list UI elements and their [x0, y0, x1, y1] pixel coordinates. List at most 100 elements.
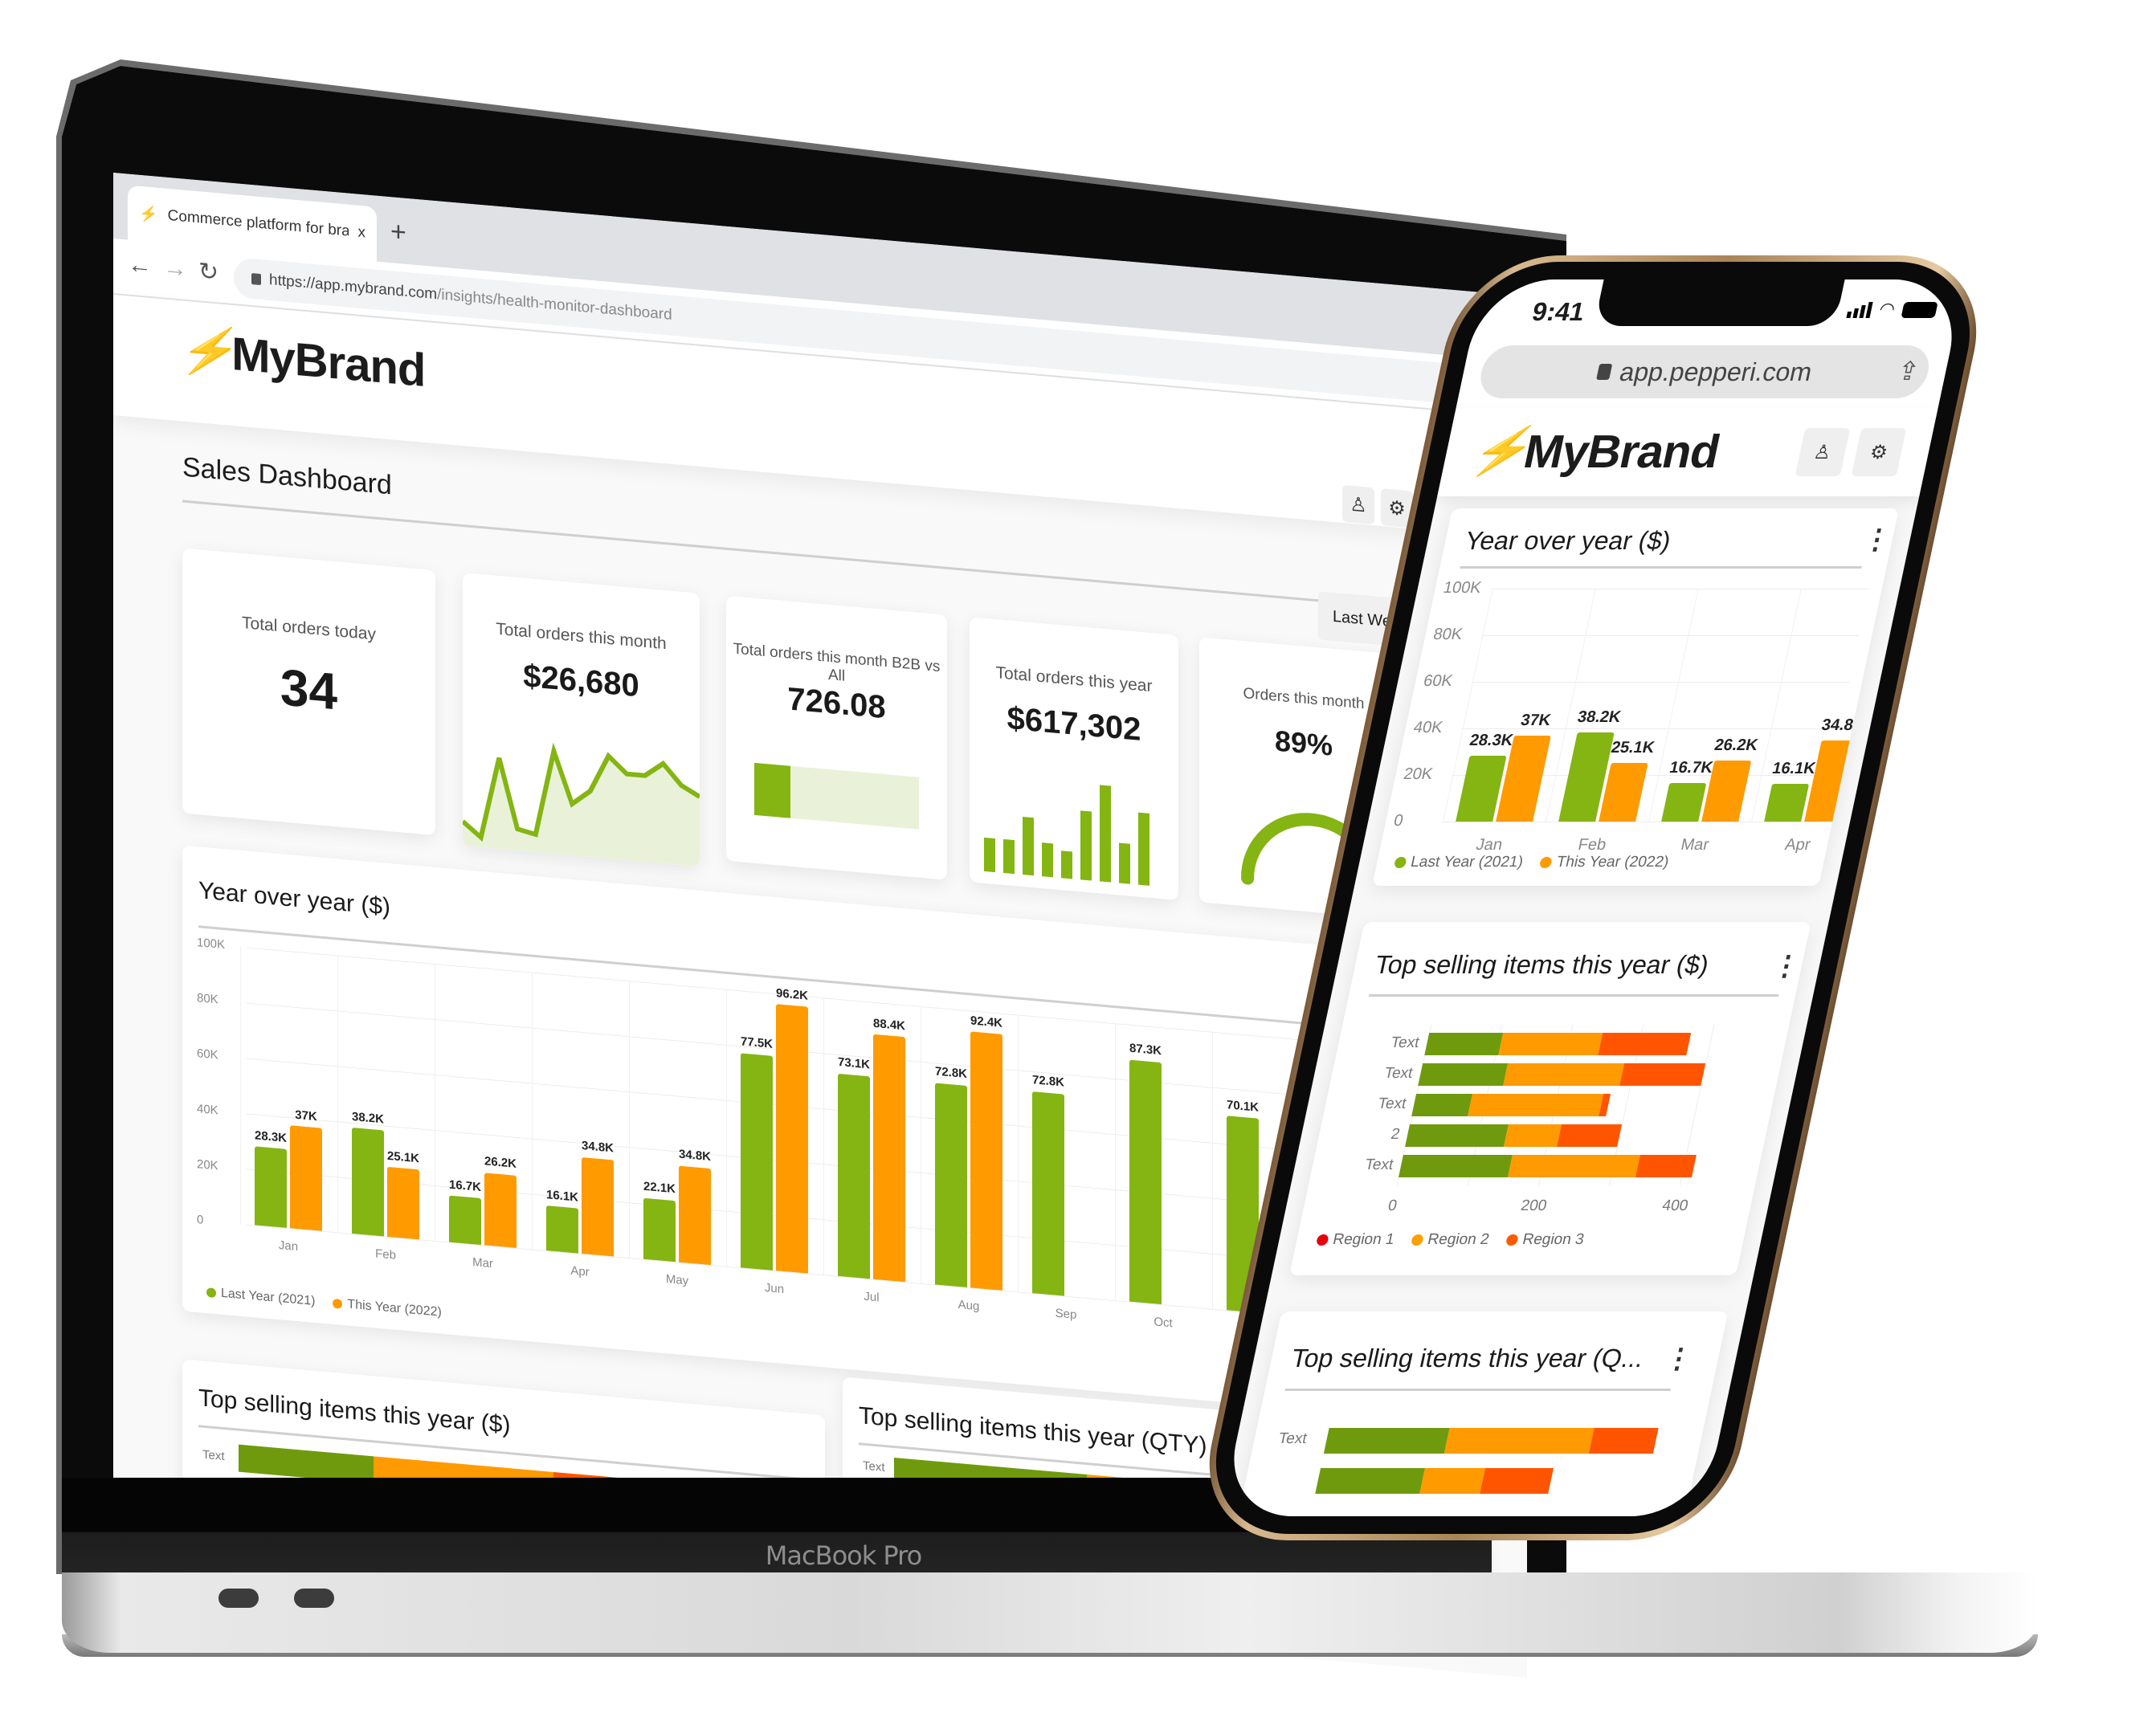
stacked-bar-segment[interactable]: [1443, 1428, 1595, 1454]
progress-bar-track: [754, 762, 919, 830]
mini-bar: [1042, 842, 1053, 878]
stacked-bar-segment[interactable]: [1635, 1155, 1697, 1177]
brand-logo[interactable]: ⚡ MyBrand: [1465, 424, 1725, 479]
mini-bar: [1119, 842, 1130, 884]
bar-this-year[interactable]: [484, 1173, 517, 1248]
forward-icon[interactable]: →: [163, 254, 187, 283]
row-label: Text: [202, 1447, 225, 1464]
y-tick-label: 100K: [197, 936, 226, 952]
bar-last-year[interactable]: [838, 1073, 870, 1279]
stacked-bar-segment[interactable]: [1498, 1033, 1603, 1055]
mini-bar: [1023, 817, 1034, 876]
grid-line: [1481, 635, 1860, 636]
bar-last-year[interactable]: [1661, 782, 1707, 822]
signal-icon: [1846, 302, 1873, 318]
y-tick-label: 0: [197, 1213, 204, 1227]
phone-yoy-card: Year over year ($) ⋮ 0 20K 40K 60K 80K 100K 28…: [1372, 508, 1900, 886]
stacked-bar-segment[interactable]: [1419, 1468, 1486, 1494]
tab-close-icon[interactable]: x: [358, 224, 366, 243]
x-tick-label: 200: [1519, 1197, 1549, 1214]
legend-dot-icon: [333, 1298, 343, 1309]
stacked-bar-segment[interactable]: [1323, 1428, 1450, 1454]
stacked-bar-segment[interactable]: [1315, 1468, 1426, 1494]
lock-icon: [1595, 364, 1613, 380]
legend-item-this-year[interactable]: This Year (2022): [1538, 854, 1671, 871]
legend-item-last-year[interactable]: Last Year (2021): [1393, 854, 1525, 871]
y-tick-label: 100K: [1441, 579, 1484, 597]
y-tick-label: 60K: [197, 1046, 218, 1063]
bar-last-year[interactable]: [643, 1197, 676, 1262]
stacked-bar-segment[interactable]: [1619, 1063, 1706, 1086]
brand-name: MyBrand: [1519, 425, 1725, 478]
stacked-bar-segment[interactable]: [1468, 1094, 1604, 1116]
legend-item-region-2[interactable]: Region 2: [1410, 1231, 1491, 1249]
y-tick-label: 80K: [1431, 626, 1464, 643]
bar-last-year[interactable]: [935, 1083, 967, 1287]
x-tick-label: Oct: [1154, 1314, 1173, 1330]
bar-last-year[interactable]: [255, 1146, 287, 1228]
bar-this-year[interactable]: [679, 1165, 711, 1266]
bar-value-label: 16.1K: [545, 1188, 579, 1205]
bar-this-year[interactable]: [387, 1167, 419, 1240]
stacked-bar-segment[interactable]: [1588, 1428, 1659, 1454]
legend-item-region-1[interactable]: Region 1: [1315, 1231, 1396, 1249]
bar-last-year[interactable]: [352, 1128, 384, 1237]
legend-item-region-3[interactable]: Region 3: [1505, 1231, 1586, 1249]
laptop-port: [218, 1589, 259, 1608]
legend-dot-icon: [1539, 856, 1554, 868]
x-tick-label: Apr: [570, 1263, 590, 1279]
x-tick-label: May: [665, 1271, 689, 1288]
device-label: MacBook Pro: [765, 1540, 922, 1571]
bar-last-year[interactable]: [1129, 1059, 1162, 1305]
bar-last-year[interactable]: [1764, 784, 1810, 822]
more-menu-icon[interactable]: ⋮: [1662, 1344, 1696, 1374]
grid-line-vertical: [1017, 1014, 1019, 1292]
stacked-bar-segment[interactable]: [1411, 1094, 1473, 1116]
stacked-bar-segment[interactable]: [1557, 1124, 1622, 1147]
kpi-value: $26,680: [523, 658, 639, 704]
bar-this-year[interactable]: [582, 1156, 614, 1257]
bar-this-year[interactable]: [290, 1125, 322, 1231]
bar-last-year[interactable]: [449, 1195, 481, 1246]
phone-notch: [1594, 279, 1845, 326]
mini-bar-chart: [984, 767, 1169, 887]
reload-icon[interactable]: ↻: [198, 257, 218, 287]
back-icon[interactable]: ←: [128, 251, 152, 281]
bar-this-year[interactable]: [1804, 740, 1859, 822]
stacked-bar-segment[interactable]: [1424, 1033, 1504, 1055]
new-tab-button[interactable]: +: [390, 216, 406, 249]
grid-line-vertical: [239, 946, 241, 1224]
bar-this-year[interactable]: [873, 1034, 905, 1283]
bar-this-year[interactable]: [776, 1004, 808, 1274]
x-tick-label: Mar: [472, 1254, 493, 1271]
bolt-icon: ⚡: [178, 321, 235, 380]
bar-this-year[interactable]: [970, 1031, 1002, 1291]
user-button[interactable]: ♙: [1342, 484, 1374, 525]
stacked-bar-segment[interactable]: [1398, 1155, 1513, 1177]
bar-last-year[interactable]: [1032, 1091, 1064, 1296]
wifi-icon: ◠: [1877, 299, 1897, 319]
legend-dot-icon: [1410, 1234, 1424, 1246]
bar-last-year[interactable]: [741, 1052, 773, 1271]
bar-last-year[interactable]: [546, 1205, 578, 1254]
status-icons: ◠: [1846, 299, 1938, 319]
stacked-bar-segment[interactable]: [1418, 1063, 1508, 1086]
lock-icon: [251, 273, 261, 286]
row-label: Text: [1276, 1430, 1309, 1447]
chart-title: Top selling items this year (Q...: [1288, 1344, 1647, 1373]
bar-value-label: 37K: [295, 1107, 317, 1124]
stacked-bar-segment[interactable]: [1597, 1033, 1691, 1055]
stacked-bar-segment[interactable]: [1405, 1124, 1509, 1147]
stacked-bar-segment[interactable]: [1504, 1124, 1562, 1147]
bar-value-label: 22.1K: [643, 1179, 676, 1197]
stacked-bar-segment[interactable]: [1480, 1468, 1554, 1494]
mini-bar: [1003, 838, 1015, 875]
mini-bar: [984, 837, 995, 873]
x-tick-label: Jul: [864, 1289, 880, 1304]
phone-address-bar[interactable]: app.pepperi.com: [1476, 345, 1934, 398]
stacked-bar-segment[interactable]: [1508, 1155, 1640, 1177]
x-tick-label: 0: [1386, 1197, 1399, 1214]
stacked-bar-segment[interactable]: [1502, 1063, 1624, 1086]
kpi-label: Total orders today: [242, 614, 376, 644]
bar-this-year[interactable]: [1599, 763, 1648, 822]
